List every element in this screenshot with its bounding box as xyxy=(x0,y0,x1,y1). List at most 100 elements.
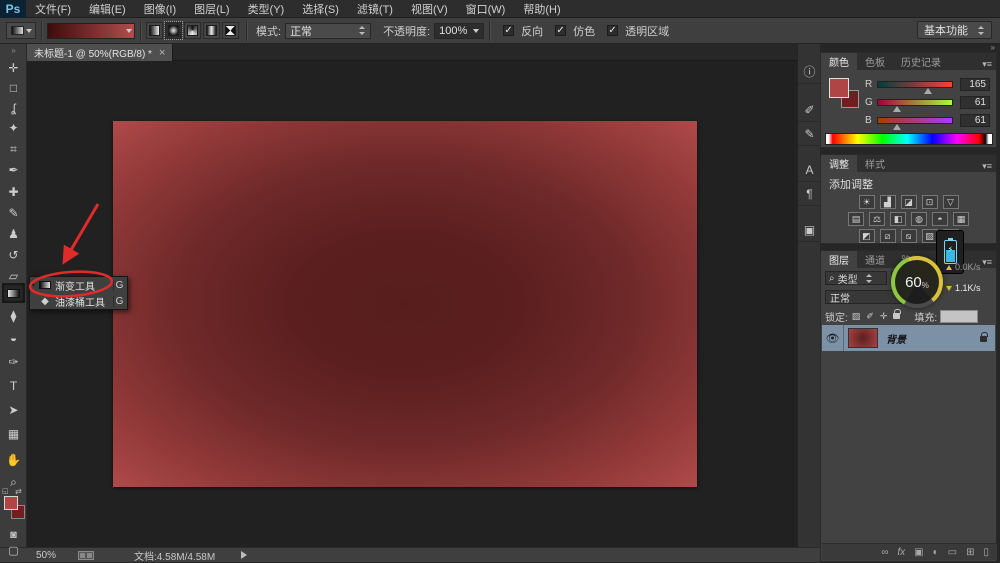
layer-row-background[interactable]: 👁 背景 xyxy=(822,325,995,351)
tab-adjustments[interactable]: 调整 xyxy=(821,155,857,172)
red-slider[interactable] xyxy=(877,81,953,88)
shape-tool[interactable]: ▦ xyxy=(2,424,25,444)
fill-value-field[interactable] xyxy=(940,310,978,323)
adjustment-layer-icon[interactable]: ◐ xyxy=(933,547,939,558)
swap-colors-icon[interactable]: ⇄ xyxy=(15,487,22,496)
healing-brush-tool[interactable]: ✚ xyxy=(2,182,25,202)
reflected-gradient-button[interactable] xyxy=(203,22,220,39)
diamond-gradient-button[interactable] xyxy=(222,22,239,39)
zoom-level-field[interactable]: 50% xyxy=(36,550,56,561)
opacity-field[interactable]: 100% xyxy=(434,23,484,39)
dodge-tool[interactable]: ◒ xyxy=(2,328,25,348)
type-tool[interactable]: T xyxy=(2,376,25,396)
brush-tool[interactable]: ✎ xyxy=(2,203,25,223)
panel-menu-icon[interactable]: ▾≡ xyxy=(982,257,996,268)
screen-mode-button[interactable]: ▢ xyxy=(2,543,25,557)
posterize-icon[interactable]: ⧄ xyxy=(880,229,896,243)
lock-position-icon[interactable]: ✛ xyxy=(880,311,888,322)
color-spectrum-bar[interactable] xyxy=(825,133,993,145)
layer-mask-icon[interactable]: ▣ xyxy=(914,547,923,558)
menu-layer[interactable]: 图层(L) xyxy=(185,0,238,18)
flyout-item-paint-bucket-tool[interactable]: ◆ 油漆桶工具 G xyxy=(30,293,127,309)
lock-paint-icon[interactable]: ✐ xyxy=(866,311,874,322)
marquee-tool[interactable]: □ xyxy=(2,78,25,98)
paragraph-panel-icon[interactable]: ¶ xyxy=(798,182,821,206)
document-tab[interactable]: 未标题-1 @ 50%(RGB/8) * × xyxy=(27,44,173,61)
vibrance-icon[interactable]: ▽ xyxy=(943,195,959,209)
foreground-color-swatch[interactable] xyxy=(829,78,849,98)
clone-source-panel-icon[interactable]: ▣ xyxy=(798,218,821,242)
layer-group-icon[interactable]: ▭ xyxy=(948,547,957,558)
crop-tool[interactable]: ⌗ xyxy=(2,139,25,159)
transparency-checkbox[interactable] xyxy=(607,25,618,36)
green-value-field[interactable]: 61 xyxy=(960,96,990,109)
menu-view[interactable]: 视图(V) xyxy=(402,0,457,18)
tab-color[interactable]: 颜色 xyxy=(821,53,857,70)
linear-gradient-button[interactable] xyxy=(146,22,163,39)
layer-thumbnail[interactable] xyxy=(848,328,878,348)
layer-filter-select[interactable]: ⌕ 类型 xyxy=(825,271,887,285)
collapse-tools-icon[interactable]: » xyxy=(0,44,26,55)
exposure-icon[interactable]: ⊡ xyxy=(922,195,938,209)
green-slider[interactable] xyxy=(877,99,953,106)
color-balance-icon[interactable]: ⚖ xyxy=(869,212,885,226)
tab-history[interactable]: 历史记录 xyxy=(893,53,949,70)
layer-style-icon[interactable]: fx xyxy=(897,547,905,558)
brightness-contrast-icon[interactable]: ☀ xyxy=(859,195,875,209)
dither-checkbox[interactable] xyxy=(555,25,566,36)
threshold-icon[interactable]: ⧅ xyxy=(901,229,917,243)
black-white-icon[interactable]: ◧ xyxy=(890,212,906,226)
menu-window[interactable]: 窗口(W) xyxy=(457,0,515,18)
invert-icon[interactable]: ◩ xyxy=(859,229,875,243)
panel-menu-icon[interactable]: ▾≡ xyxy=(982,161,996,172)
clone-stamp-tool[interactable]: ♟ xyxy=(2,224,25,244)
reverse-checkbox[interactable] xyxy=(503,25,514,36)
hue-saturation-icon[interactable]: ▤ xyxy=(848,212,864,226)
pen-tool[interactable]: ✑ xyxy=(2,352,25,372)
foreground-color-swatch[interactable] xyxy=(4,496,18,510)
panel-menu-icon[interactable]: ▾≡ xyxy=(982,59,996,70)
slider-thumb[interactable] xyxy=(893,124,901,130)
curves-icon[interactable]: ◪ xyxy=(901,195,917,209)
status-options-arrow-icon[interactable] xyxy=(241,551,247,559)
menu-filter[interactable]: 滤镜(T) xyxy=(348,0,402,18)
slider-thumb[interactable] xyxy=(893,106,901,112)
photo-filter-icon[interactable]: ◍ xyxy=(911,212,927,226)
brush-presets-panel-icon[interactable]: ✎ xyxy=(798,122,821,146)
menu-type[interactable]: 类型(Y) xyxy=(239,0,294,18)
close-icon[interactable]: × xyxy=(159,47,165,59)
info-panel-icon[interactable]: ⓘ xyxy=(798,60,821,84)
quick-mask-button[interactable]: ◙ xyxy=(2,526,25,544)
flyout-item-gradient-tool[interactable]: ▪ 渐变工具 G xyxy=(30,277,127,293)
channel-mixer-icon[interactable]: ◓ xyxy=(932,212,948,226)
link-layers-icon[interactable]: ∞ xyxy=(881,547,888,558)
blur-tool[interactable]: ⧫ xyxy=(2,306,25,326)
canvas[interactable] xyxy=(113,121,697,487)
menu-file[interactable]: 文件(F) xyxy=(26,0,80,18)
menu-edit[interactable]: 编辑(E) xyxy=(80,0,135,18)
lasso-tool[interactable]: ʆ xyxy=(2,98,25,118)
delete-layer-icon[interactable]: ▯ xyxy=(983,547,989,558)
eyedropper-tool[interactable]: ✒ xyxy=(2,160,25,180)
blue-value-field[interactable]: 61 xyxy=(960,114,990,127)
menu-select[interactable]: 选择(S) xyxy=(293,0,348,18)
default-colors-icon[interactable]: ◱ xyxy=(2,487,9,495)
menu-help[interactable]: 帮助(H) xyxy=(514,0,569,18)
lock-all-icon[interactable] xyxy=(893,313,900,319)
blend-mode-select[interactable]: 正常 xyxy=(285,23,371,39)
tab-styles[interactable]: 样式 xyxy=(857,155,893,172)
brush-panel-icon[interactable]: ✐ xyxy=(798,98,821,122)
history-brush-tool[interactable]: ↺ xyxy=(2,245,25,265)
radial-gradient-button[interactable] xyxy=(165,22,182,39)
collapse-panels-icon[interactable]: » xyxy=(991,43,994,52)
angle-gradient-button[interactable] xyxy=(184,22,201,39)
path-selection-tool[interactable]: ➤ xyxy=(2,400,25,420)
menu-image[interactable]: 图像(I) xyxy=(135,0,185,18)
visibility-eye-icon[interactable]: 👁 xyxy=(822,325,844,351)
color-lookup-icon[interactable]: ▦ xyxy=(953,212,969,226)
tab-channels[interactable]: 通道 xyxy=(857,251,893,268)
tool-preset-picker[interactable] xyxy=(6,22,36,39)
tab-swatches[interactable]: 色板 xyxy=(857,53,893,70)
tab-layers[interactable]: 图层 xyxy=(821,251,857,268)
character-panel-icon[interactable]: A xyxy=(798,158,821,182)
